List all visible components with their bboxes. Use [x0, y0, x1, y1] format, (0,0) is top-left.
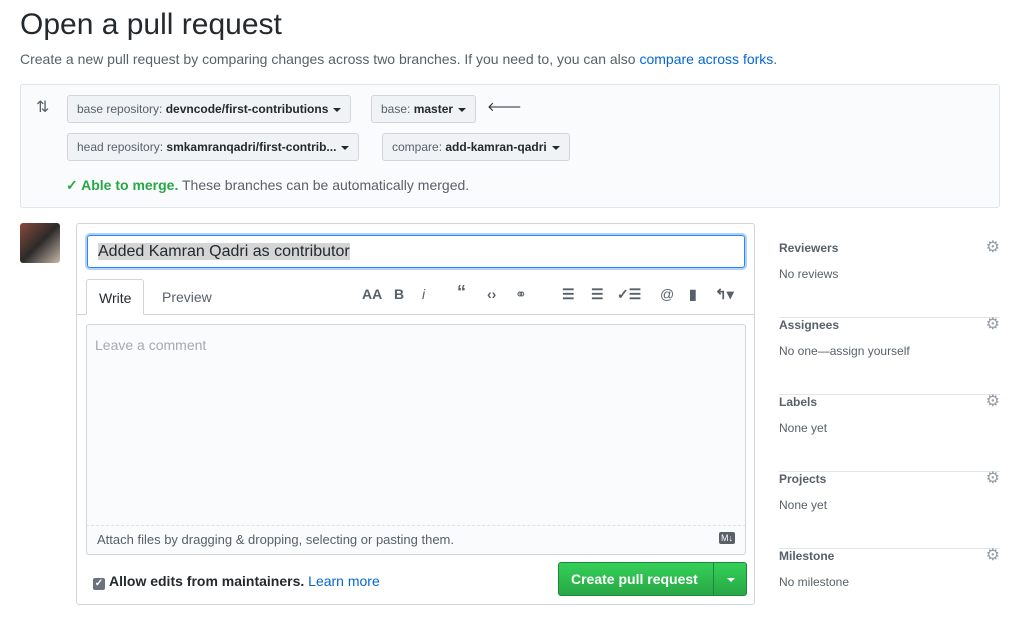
- comment-textarea[interactable]: Leave a comment: [86, 324, 746, 554]
- gear-icon: ⚙: [985, 547, 1000, 564]
- title-input[interactable]: Added Kamran Qadri as contributor: [87, 235, 745, 268]
- sidebar-assignees[interactable]: Assignees ⚙ No one—assign yourself: [779, 316, 1000, 395]
- bold-icon[interactable]: B: [394, 286, 404, 302]
- markdown-icon: M↓: [719, 532, 735, 544]
- subtitle-end: .: [773, 51, 778, 67]
- reply-icon[interactable]: ↰▾: [715, 286, 734, 303]
- saved-reply-icon[interactable]: ▮: [689, 286, 697, 303]
- gear-icon: ⚙: [985, 470, 1000, 487]
- pull-request-form: Added Kamran Qadri as contributor Write …: [76, 223, 755, 605]
- link-icon[interactable]: ⚭: [515, 286, 527, 303]
- sidebar-labels[interactable]: Labels ⚙ None yet: [779, 393, 1000, 472]
- gear-icon: ⚙: [985, 239, 1000, 256]
- mention-icon[interactable]: @: [660, 286, 674, 302]
- avatar: [20, 223, 60, 263]
- learn-more-link[interactable]: Learn more: [308, 573, 380, 589]
- create-options-dropdown[interactable]: [713, 563, 747, 595]
- task-list-icon[interactable]: ✓☰: [617, 286, 641, 303]
- code-icon[interactable]: ‹›: [487, 286, 496, 302]
- page-subtitle: Create a new pull request by comparing c…: [20, 51, 777, 67]
- numbered-list-icon[interactable]: ☰: [591, 286, 604, 303]
- page-title: Open a pull request: [20, 8, 282, 41]
- check-icon: ✓: [66, 177, 82, 193]
- bullet-list-icon[interactable]: ☰: [562, 286, 575, 303]
- sidebar-reviewers[interactable]: Reviewers ⚙ No reviews: [779, 239, 1000, 318]
- head-repository-select[interactable]: head repository: smkamranqadri/first-con…: [67, 133, 360, 161]
- sidebar-milestone[interactable]: Milestone ⚙ No milestone: [779, 547, 1000, 626]
- merge-status: ✓ Able to merge. These branches can be a…: [66, 177, 470, 193]
- create-pull-request-button[interactable]: Create pull request: [558, 562, 747, 596]
- compare-branch-select[interactable]: compare: add-kamran-qadri: [382, 133, 570, 161]
- subtitle-text: Create a new pull request by comparing c…: [20, 51, 640, 67]
- tab-preview[interactable]: Preview: [150, 279, 224, 315]
- sidebar-projects[interactable]: Projects ⚙ None yet: [779, 470, 1000, 549]
- allow-edits-checkbox[interactable]: ✓ Allow edits from maintainers. Learn mor…: [93, 573, 380, 590]
- base-branch-select[interactable]: base: master: [371, 95, 477, 123]
- quote-icon[interactable]: “: [457, 282, 466, 303]
- attach-files-bar[interactable]: Attach files by dragging & dropping, sel…: [86, 525, 746, 555]
- compare-icon: ⇅: [36, 99, 50, 116]
- italic-icon[interactable]: i: [422, 286, 425, 302]
- gear-icon: ⚙: [985, 316, 1000, 333]
- gear-icon: ⚙: [985, 393, 1000, 410]
- tab-write[interactable]: Write: [86, 279, 145, 315]
- header-icon[interactable]: AA: [362, 286, 382, 302]
- arrow-left-icon: 🡐: [487, 99, 522, 114]
- base-repository-select[interactable]: base repository: devncode/first-contribu…: [67, 95, 352, 123]
- branch-range-editor: ⇅ base repository: devncode/first-contri…: [20, 84, 1000, 208]
- compare-forks-link[interactable]: compare across forks: [639, 51, 773, 67]
